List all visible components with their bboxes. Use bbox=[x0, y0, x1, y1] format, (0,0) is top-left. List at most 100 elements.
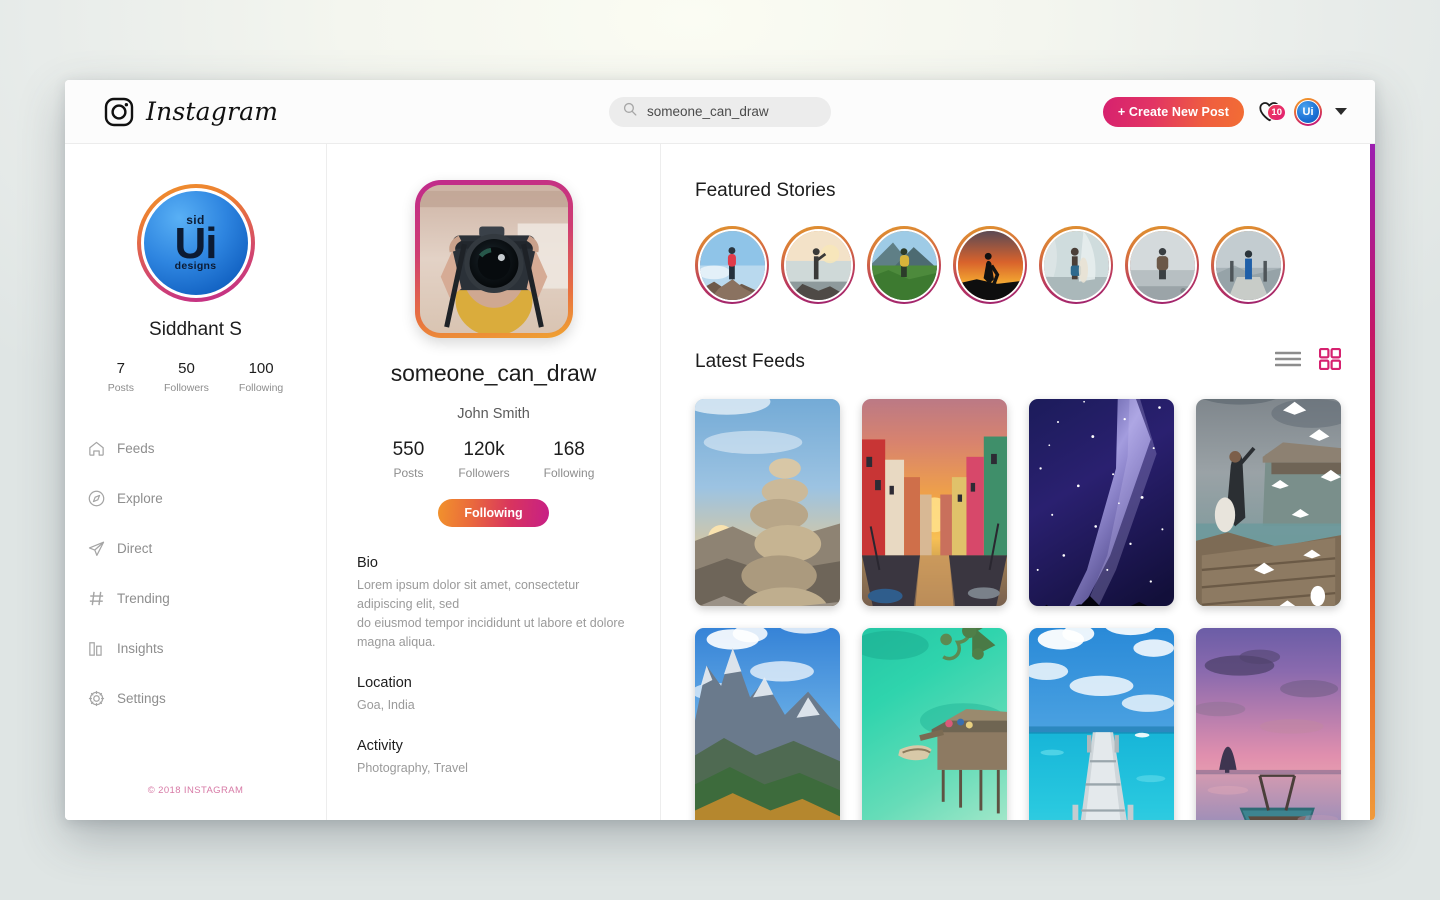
sidebar-copyright: © 2018 INSTAGRAM bbox=[147, 785, 244, 796]
latest-feeds-title: Latest Feeds bbox=[695, 350, 805, 372]
sidebar-item-explore[interactable]: Explore bbox=[87, 484, 326, 514]
section-text: Lorem ipsum dolor sit amet, consectetur … bbox=[357, 577, 625, 649]
stat-value: 550 bbox=[392, 439, 425, 460]
feed-post[interactable] bbox=[695, 628, 840, 820]
paper-plane-icon bbox=[87, 539, 106, 558]
story-item[interactable] bbox=[1125, 226, 1199, 304]
feed-post[interactable] bbox=[862, 399, 1007, 606]
sidebar: sid Ui designs Siddhant S 7 Posts 50 Fol… bbox=[65, 144, 327, 820]
notifications-button[interactable]: 10 bbox=[1256, 100, 1286, 124]
stat-value: 100 bbox=[248, 360, 274, 377]
avatar-logo-main-text: Ui bbox=[174, 219, 218, 269]
gear-icon bbox=[87, 689, 106, 708]
feed-post[interactable] bbox=[1029, 399, 1174, 606]
search-input[interactable] bbox=[647, 104, 817, 119]
section-title: Activity bbox=[357, 737, 403, 754]
stat-label: Following bbox=[543, 465, 595, 480]
story-thumbnail bbox=[955, 228, 1025, 302]
sidebar-stat-posts[interactable]: 7 Posts bbox=[108, 360, 134, 394]
stat-label: Followers bbox=[163, 381, 209, 394]
header-actions: + Create New Post 10 Ui bbox=[1102, 96, 1347, 127]
profile-stats: 550 Posts 120k Followers 168 Following bbox=[357, 439, 630, 480]
sidebar-item-trending[interactable]: Trending bbox=[87, 584, 326, 614]
featured-stories-title: Featured Stories bbox=[695, 180, 836, 201]
section-text: Photography, Travel bbox=[357, 760, 468, 775]
sidebar-stats: 7 Posts 50 Followers 100 Following bbox=[65, 360, 326, 394]
profile-bio-section: Bio Lorem ipsum dolor sit amet, consecte… bbox=[357, 555, 630, 652]
compass-icon bbox=[87, 489, 106, 508]
notification-count-badge: 10 bbox=[1267, 103, 1286, 121]
profile-photo bbox=[419, 185, 568, 333]
stat-label: Posts bbox=[107, 381, 134, 394]
feed-post[interactable] bbox=[695, 399, 840, 606]
brand-name: Instagram bbox=[146, 97, 279, 126]
sidebar-nav: Feeds Explore Direct Trending Insights S… bbox=[65, 434, 326, 734]
stat-value: 168 bbox=[553, 439, 585, 460]
sidebar-stat-following[interactable]: 100 Following bbox=[239, 360, 283, 394]
sidebar-user-name: Siddhant S bbox=[149, 319, 242, 340]
create-new-post-button[interactable]: + Create New Post bbox=[1102, 96, 1244, 127]
profile-stat-following[interactable]: 168 Following bbox=[544, 439, 595, 480]
feed-grid bbox=[695, 399, 1341, 820]
hashtag-icon bbox=[87, 589, 106, 608]
sidebar-item-settings[interactable]: Settings bbox=[87, 684, 326, 714]
avatar-logo-bottom-text: designs bbox=[174, 260, 217, 273]
story-thumbnail bbox=[1127, 228, 1197, 302]
stat-label: Following bbox=[238, 381, 284, 394]
app-window: Instagram + Create New Post 10 bbox=[65, 80, 1375, 820]
sidebar-avatar[interactable]: sid Ui designs bbox=[136, 184, 255, 302]
sidebar-item-feeds[interactable]: Feeds bbox=[87, 434, 326, 464]
story-thumbnail bbox=[783, 228, 853, 302]
sidebar-item-insights[interactable]: Insights bbox=[87, 634, 326, 664]
profile-handle: someone_can_draw bbox=[390, 360, 597, 386]
story-thumbnail bbox=[1041, 228, 1111, 302]
sidebar-item-direct[interactable]: Direct bbox=[87, 534, 326, 564]
story-thumbnail bbox=[697, 228, 767, 302]
profile-photo-frame[interactable] bbox=[414, 180, 573, 338]
search-icon bbox=[623, 102, 637, 121]
feed-post[interactable] bbox=[862, 628, 1007, 820]
story-item[interactable] bbox=[953, 226, 1027, 304]
feed-post[interactable] bbox=[1196, 399, 1341, 606]
profile-location-section: Location Goa, India bbox=[357, 675, 630, 715]
story-item[interactable] bbox=[867, 226, 941, 304]
stat-label: Posts bbox=[393, 465, 424, 480]
brand-logo[interactable]: Instagram bbox=[103, 96, 278, 128]
app-body: sid Ui designs Siddhant S 7 Posts 50 Fol… bbox=[65, 144, 1375, 820]
section-title: Location bbox=[357, 674, 412, 691]
story-item[interactable] bbox=[781, 226, 855, 304]
stat-value: 7 bbox=[116, 360, 126, 377]
sidebar-stat-followers[interactable]: 50 Followers bbox=[164, 360, 209, 394]
app-header: Instagram + Create New Post 10 bbox=[65, 80, 1375, 144]
stat-value: 50 bbox=[178, 360, 195, 377]
grid-view-icon[interactable] bbox=[1318, 347, 1342, 375]
chevron-down-icon[interactable] bbox=[1335, 108, 1347, 115]
user-avatar-initials: Ui bbox=[1296, 99, 1320, 124]
following-button[interactable]: Following bbox=[438, 498, 549, 527]
sidebar-item-label: Direct bbox=[117, 541, 153, 557]
section-title: Bio bbox=[357, 554, 378, 571]
profile-full-name: John Smith bbox=[457, 406, 530, 422]
profile-stat-followers[interactable]: 120k Followers bbox=[458, 439, 509, 480]
story-item[interactable] bbox=[1039, 226, 1113, 304]
latest-feeds-header: Latest Feeds bbox=[695, 347, 1342, 375]
stat-label: Followers bbox=[458, 465, 510, 480]
story-item[interactable] bbox=[1211, 226, 1285, 304]
list-view-icon[interactable] bbox=[1274, 350, 1302, 373]
profile-column: someone_can_draw John Smith 550 Posts 12… bbox=[327, 144, 661, 820]
story-item[interactable] bbox=[695, 226, 769, 304]
feed-post[interactable] bbox=[1029, 628, 1174, 820]
featured-stories-row bbox=[695, 226, 1341, 304]
feed-post[interactable] bbox=[1196, 628, 1341, 820]
sidebar-item-label: Feeds bbox=[117, 441, 155, 457]
feed-column: Featured Stories Latest Feeds bbox=[661, 144, 1375, 820]
story-thumbnail bbox=[1213, 228, 1283, 302]
user-avatar[interactable]: Ui bbox=[1294, 97, 1322, 126]
sidebar-item-label: Trending bbox=[117, 591, 170, 607]
vertical-scrollbar[interactable] bbox=[1370, 144, 1375, 820]
search-box[interactable] bbox=[609, 96, 831, 127]
sidebar-item-label: Settings bbox=[117, 691, 166, 707]
instagram-camera-icon bbox=[103, 96, 135, 128]
profile-stat-posts[interactable]: 550 Posts bbox=[393, 439, 425, 480]
view-toggle-group bbox=[1274, 347, 1342, 375]
